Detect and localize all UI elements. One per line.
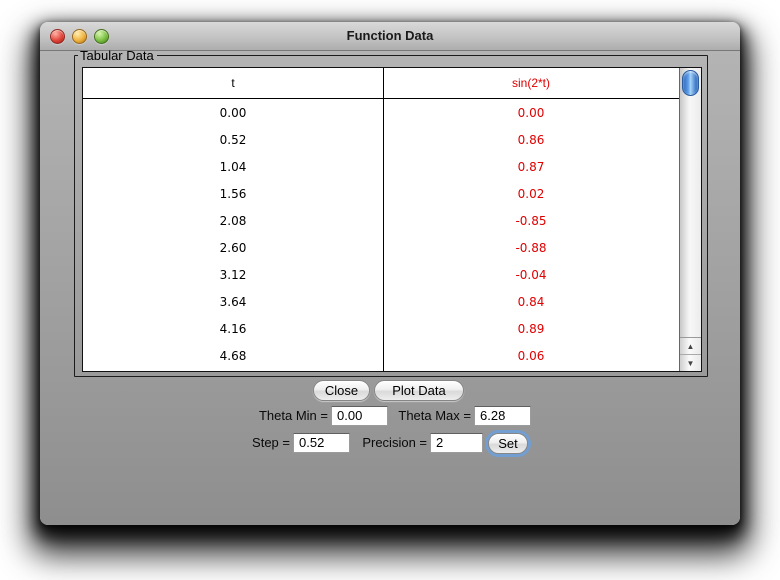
cell-t[interactable]: 0.52 <box>83 126 383 153</box>
theta-min-field[interactable]: 0.00 <box>331 406 388 426</box>
scrollbar-thumb[interactable] <box>682 70 699 96</box>
table-row[interactable]: 2.60-0.88 <box>83 234 679 261</box>
theta-min-label: Theta Min = <box>238 406 328 426</box>
column-divider <box>383 68 384 371</box>
data-table: t sin(2*t) 0.000.000.520.861.040.871.560… <box>82 67 702 372</box>
table-content: t sin(2*t) 0.000.000.520.861.040.871.560… <box>83 68 679 371</box>
cell-t[interactable]: 1.56 <box>83 180 383 207</box>
vertical-scrollbar[interactable]: ▲ ▼ <box>679 68 701 371</box>
title-bar[interactable]: Function Data <box>40 22 740 51</box>
groupbox-title: Tabular Data <box>78 48 157 63</box>
set-button[interactable]: Set <box>488 433 528 454</box>
table-row[interactable]: 3.12-0.04 <box>83 261 679 288</box>
theta-max-field[interactable]: 6.28 <box>474 406 531 426</box>
theta-max-label: Theta Max = <box>391 406 471 426</box>
table-row[interactable]: 2.08-0.85 <box>83 207 679 234</box>
close-button[interactable]: Close <box>313 380 370 401</box>
cell-sin[interactable]: 0.02 <box>383 180 679 207</box>
scrollbar-arrows: ▲ ▼ <box>680 337 701 371</box>
cell-t[interactable]: 4.16 <box>83 315 383 342</box>
cell-sin[interactable]: -0.88 <box>383 234 679 261</box>
table-header-row: t sin(2*t) <box>83 68 679 99</box>
cell-t[interactable]: 2.08 <box>83 207 383 234</box>
cell-t[interactable]: 0.00 <box>83 99 383 126</box>
function-data-window: Function Data Tabular Data t sin(2*t) 0.… <box>40 22 740 525</box>
cell-sin[interactable]: 0.06 <box>383 342 679 369</box>
precision-label: Precision = <box>345 433 427 453</box>
precision-field[interactable]: 2 <box>430 433 483 453</box>
step-field[interactable]: 0.52 <box>293 433 350 453</box>
scroll-down-icon[interactable]: ▼ <box>680 355 701 371</box>
cell-sin[interactable]: -0.04 <box>383 261 679 288</box>
table-row[interactable]: 4.680.06 <box>83 342 679 369</box>
column-header-sin[interactable]: sin(2*t) <box>383 68 679 98</box>
table-row[interactable]: 1.040.87 <box>83 153 679 180</box>
cell-sin[interactable]: 0.00 <box>383 99 679 126</box>
cell-sin[interactable]: 0.86 <box>383 126 679 153</box>
scroll-up-icon[interactable]: ▲ <box>680 338 701 355</box>
desktop: Function Data Tabular Data t sin(2*t) 0.… <box>0 0 780 580</box>
cell-sin[interactable]: -0.85 <box>383 207 679 234</box>
table-body: 0.000.000.520.861.040.871.560.022.08-0.8… <box>83 99 679 371</box>
plot-data-button[interactable]: Plot Data <box>374 380 464 401</box>
cell-sin[interactable]: 0.87 <box>383 153 679 180</box>
cell-sin[interactable]: 0.89 <box>383 315 679 342</box>
table-row[interactable]: 4.160.89 <box>83 315 679 342</box>
cell-t[interactable]: 1.04 <box>83 153 383 180</box>
step-label: Step = <box>230 433 290 453</box>
table-row[interactable]: 0.520.86 <box>83 126 679 153</box>
cell-sin[interactable]: 0.84 <box>383 288 679 315</box>
table-row[interactable]: 0.000.00 <box>83 99 679 126</box>
table-row[interactable]: 1.560.02 <box>83 180 679 207</box>
table-row[interactable]: 3.640.84 <box>83 288 679 315</box>
window-title: Function Data <box>40 22 740 50</box>
cell-t[interactable]: 3.64 <box>83 288 383 315</box>
cell-t[interactable]: 4.68 <box>83 342 383 369</box>
column-header-t[interactable]: t <box>83 68 383 98</box>
cell-t[interactable]: 2.60 <box>83 234 383 261</box>
cell-t[interactable]: 3.12 <box>83 261 383 288</box>
